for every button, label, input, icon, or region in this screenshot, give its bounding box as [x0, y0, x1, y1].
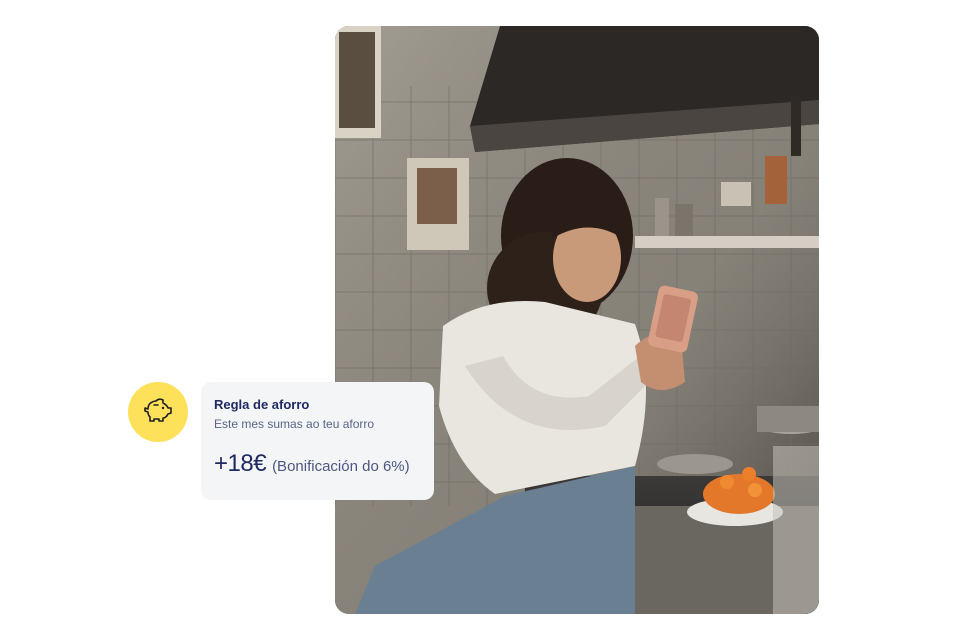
kitchen-photo-illustration [335, 26, 819, 614]
page: Regla de aforro Este mes sumas ao teu af… [0, 0, 960, 640]
bonus-text: (Bonificación do 6%) [272, 458, 410, 475]
savings-amount: +18€ [214, 450, 267, 477]
card-amount-row: +18€ (Bonificación do 6%) [214, 450, 421, 478]
card-subtitle: Este mes sumas ao teu aforro [214, 417, 375, 431]
card-title: Regla de aforro [214, 397, 310, 412]
kitchen-photo [335, 26, 819, 614]
piggy-badge [128, 382, 188, 442]
piggy-bank-icon [143, 397, 173, 428]
savings-rule-card[interactable]: Regla de aforro Este mes sumas ao teu af… [201, 382, 434, 500]
